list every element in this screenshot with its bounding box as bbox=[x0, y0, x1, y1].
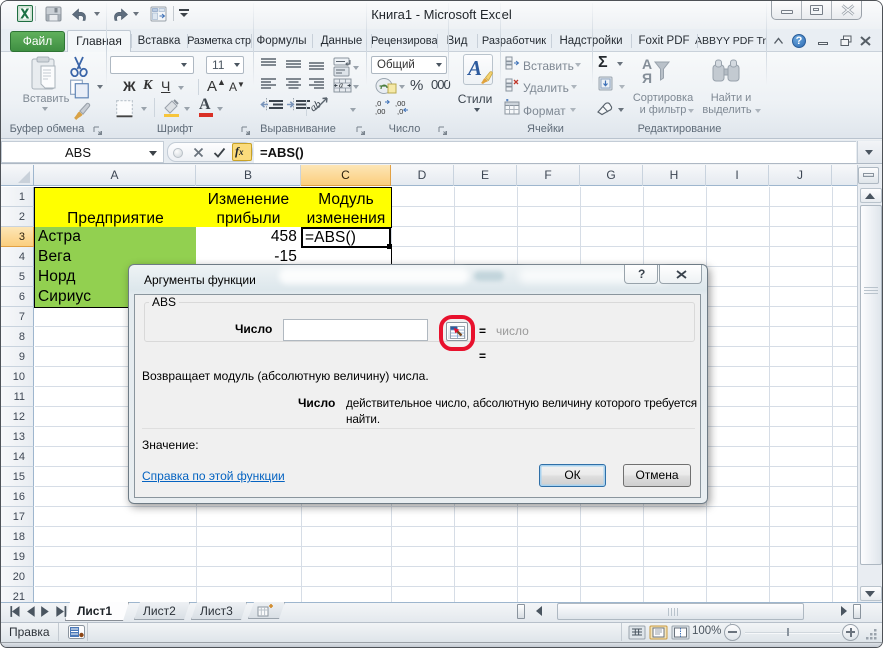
svg-text:,0: ,0 bbox=[397, 107, 403, 115]
svg-text:,00: ,00 bbox=[375, 107, 385, 115]
svg-text:a: a bbox=[339, 81, 343, 90]
svg-text:Я: Я bbox=[642, 70, 652, 86]
svg-text:ab: ab bbox=[308, 98, 324, 114]
